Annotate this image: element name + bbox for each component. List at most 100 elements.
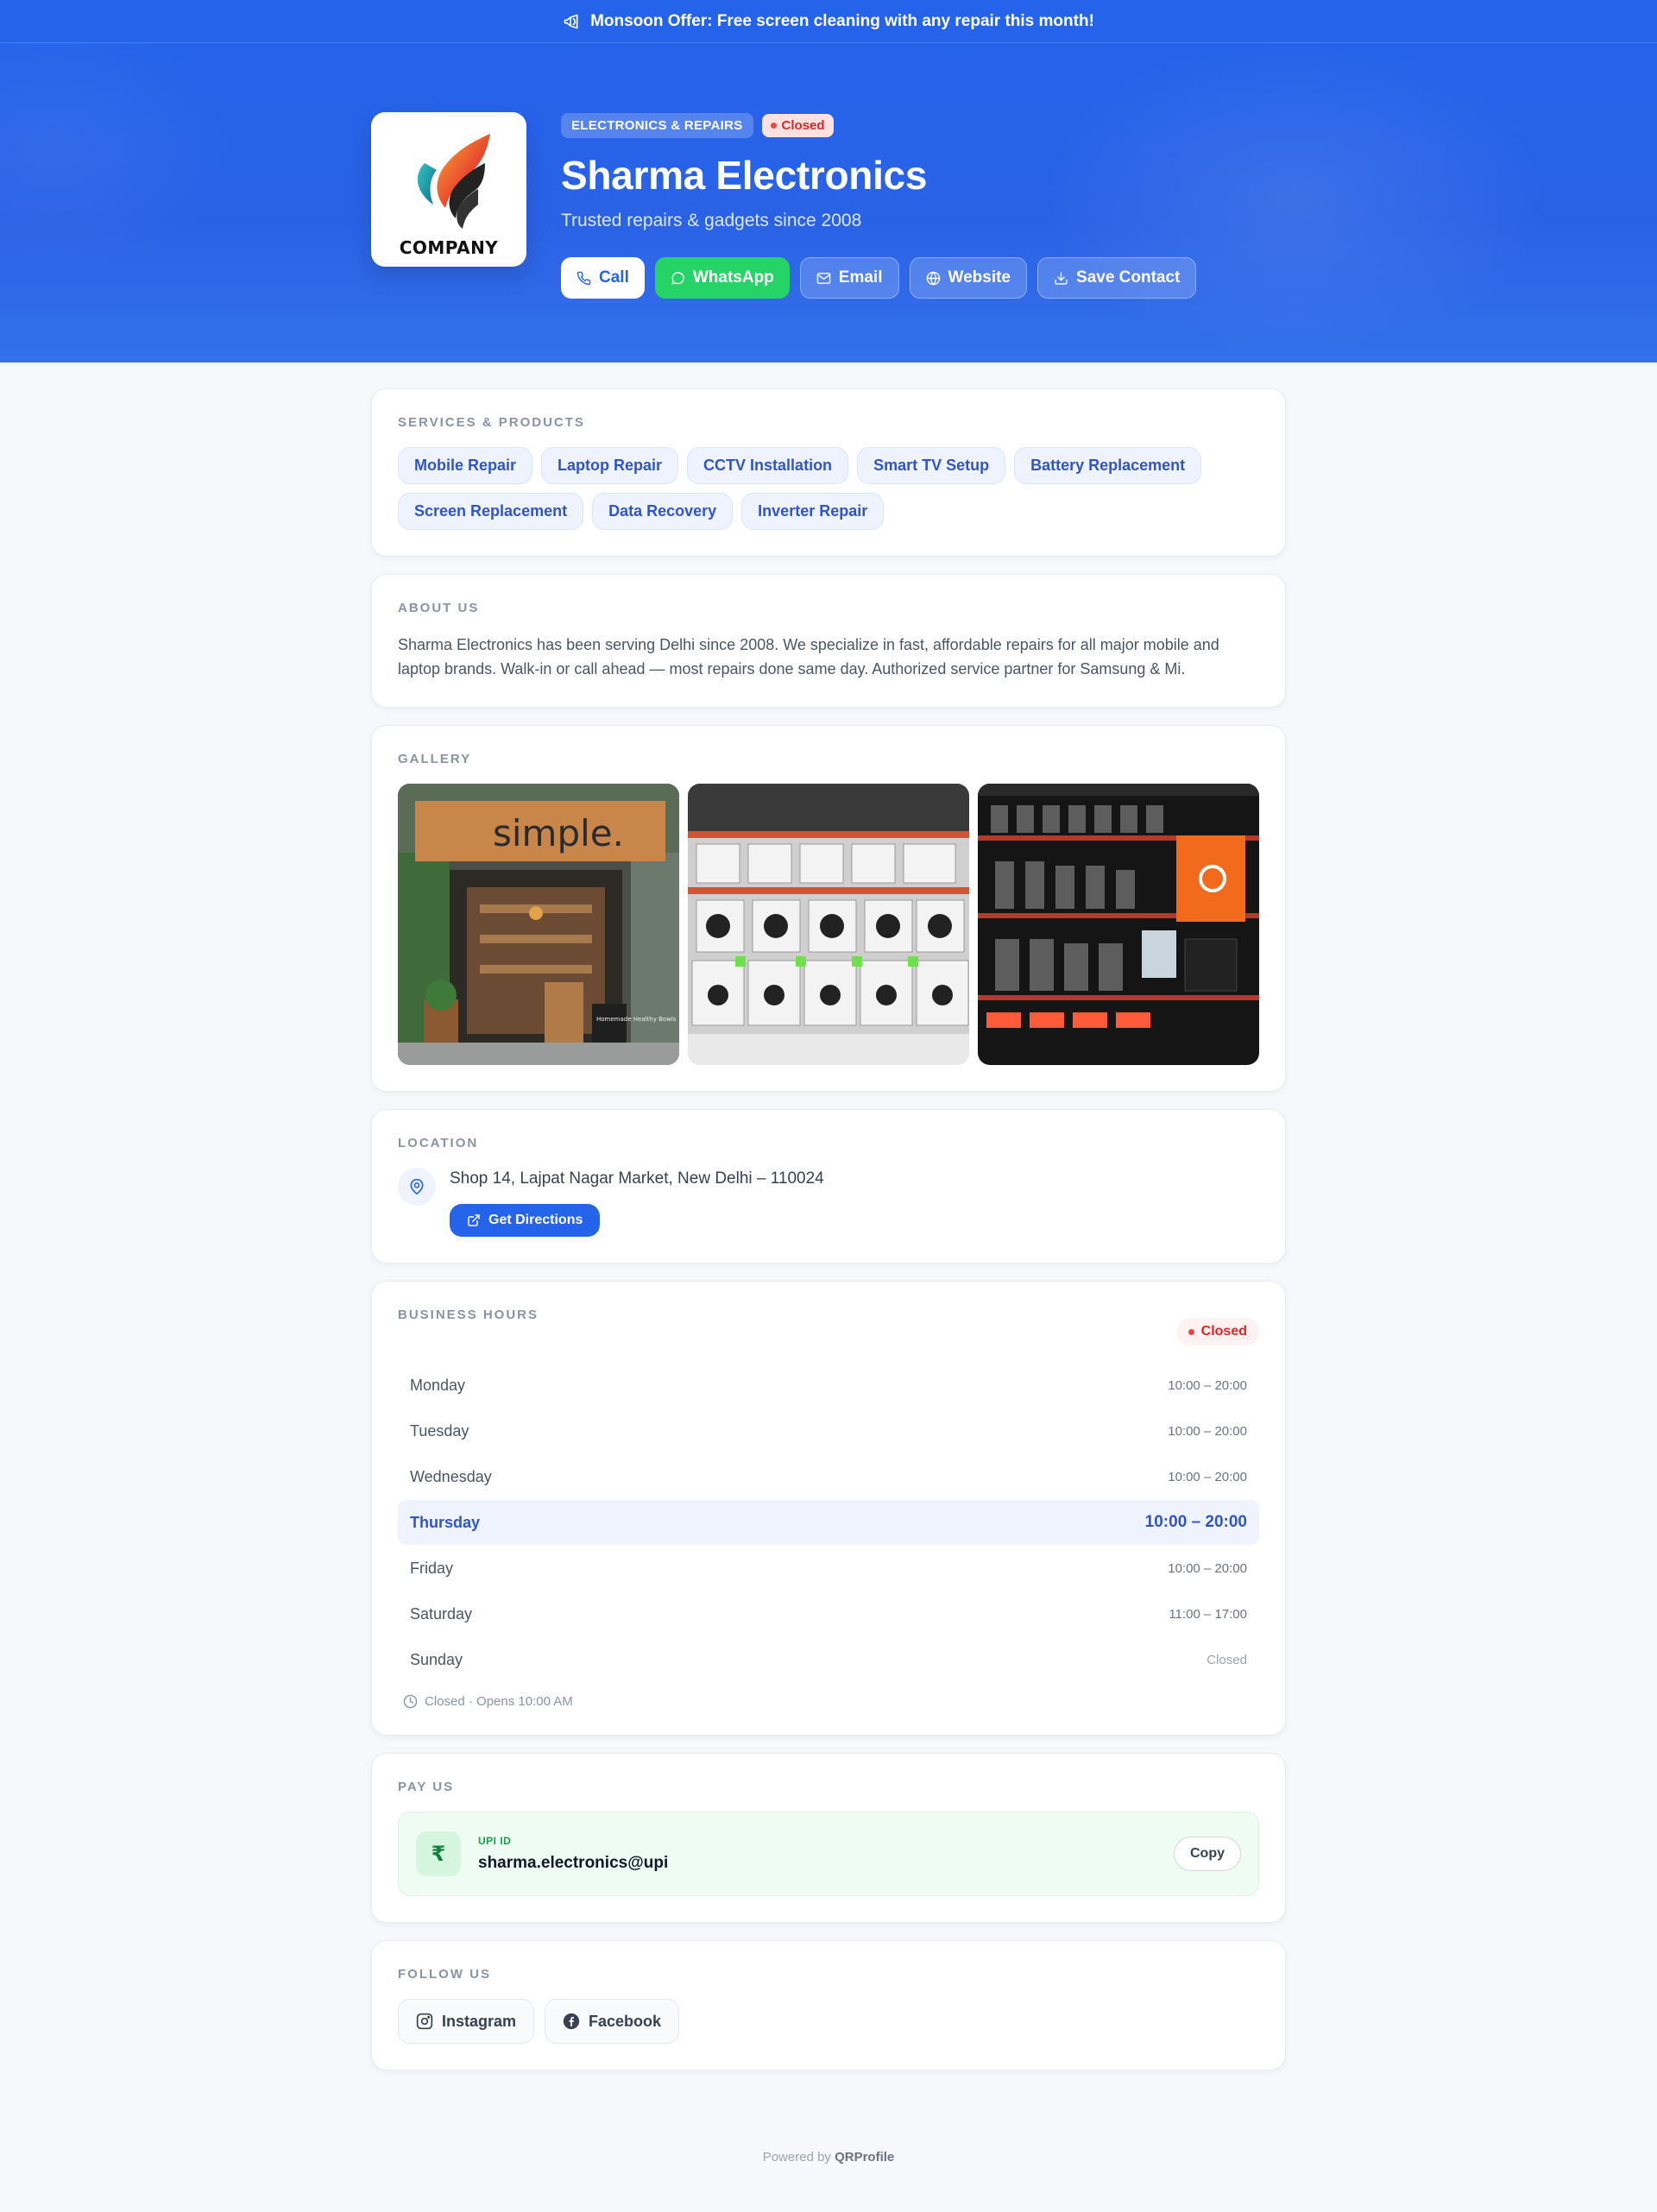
hours-row: Monday 10:00 – 20:00: [398, 1363, 1259, 1408]
hours-row: Tuesday 10:00 – 20:00: [398, 1408, 1259, 1453]
product-shelves-image: [688, 784, 969, 1065]
hours-time: 10:00 – 20:00: [1168, 1469, 1247, 1484]
hours-day: Friday: [410, 1559, 454, 1577]
hours-time: 10:00 – 20:00: [1168, 1560, 1247, 1576]
gallery-image-shelves[interactable]: [688, 784, 969, 1065]
about-text: Sharma Electronics has been serving Delh…: [398, 636, 1219, 677]
status-dot: [1188, 1328, 1194, 1335]
service-chip: Battery Replacement: [1014, 447, 1202, 484]
service-chip: CCTV Installation: [687, 447, 849, 484]
facebook-icon: [563, 2013, 580, 2030]
footer-brand-link[interactable]: QRProfile: [835, 2150, 894, 2165]
hours-title: BUSINESS HOURS: [398, 1308, 539, 1322]
gallery-title: GALLERY: [398, 752, 472, 766]
call-button[interactable]: Call: [561, 257, 645, 299]
map-pin-icon: [410, 1178, 424, 1195]
instagram-icon: [416, 2013, 433, 2030]
follow-card: FOLLOW US Instagram Facebook: [371, 1940, 1286, 2070]
upi-box: ₹ UPI ID sharma.electronics@upi Copy: [398, 1812, 1259, 1896]
get-directions-label: Get Directions: [488, 1213, 583, 1227]
gallery-image-display[interactable]: [978, 784, 1259, 1065]
location-title: LOCATION: [398, 1136, 479, 1150]
facebook-button[interactable]: Facebook: [545, 1999, 680, 2044]
download-icon: [1055, 271, 1068, 285]
hours-time: Closed: [1207, 1652, 1247, 1667]
hours-row: Saturday 11:00 – 17:00: [398, 1591, 1259, 1636]
save-contact-button[interactable]: Save Contact: [1037, 257, 1197, 299]
phone-icon: [576, 271, 591, 285]
globe-icon: [926, 271, 940, 285]
services-card: SERVICES & PRODUCTS Mobile Repair Laptop…: [371, 388, 1286, 557]
hours-row: Wednesday 10:00 – 20:00: [398, 1454, 1259, 1499]
hours-row: Friday 10:00 – 20:00: [398, 1546, 1259, 1591]
business-logo: COMPANY: [371, 112, 526, 267]
facebook-label: Facebook: [589, 2012, 662, 2030]
hours-time: 10:00 – 20:00: [1168, 1377, 1247, 1393]
business-name: Sharma Electronics: [561, 153, 928, 198]
hours-note: Closed · Opens 10:00 AM: [398, 1694, 1259, 1709]
location-card: LOCATION Shop 14, Lajpat Nagar Market, N…: [371, 1109, 1286, 1264]
hours-time: 10:00 – 20:00: [1144, 1513, 1247, 1531]
logo-text: COMPANY: [399, 237, 499, 258]
footer: Powered by QRProfile: [371, 2088, 1286, 2199]
gallery-image-storefront[interactable]: simple. Homemade Healthy Bowls: [398, 784, 679, 1065]
service-chip: Smart TV Setup: [857, 447, 1006, 484]
pay-card: PAY US ₹ UPI ID sharma.electronics@upi C…: [371, 1753, 1286, 1923]
business-tagline: Trusted repairs & gadgets since 2008: [561, 211, 862, 230]
location-pin-icon-wrap: [398, 1168, 436, 1206]
rupee-icon: ₹: [416, 1831, 461, 1876]
email-button[interactable]: Email: [799, 257, 899, 299]
status-dot: [770, 122, 777, 129]
main-content: SERVICES & PRODUCTS Mobile Repair Laptop…: [371, 362, 1286, 2199]
get-directions-button[interactable]: Get Directions: [450, 1204, 601, 1237]
whatsapp-button[interactable]: WhatsApp: [654, 257, 790, 299]
whatsapp-icon: [671, 271, 684, 285]
service-chip: Screen Replacement: [398, 493, 584, 530]
services-title: SERVICES & PRODUCTS: [398, 415, 585, 430]
action-bar: Call WhatsApp Email Website Save Contact: [561, 257, 1197, 299]
hero-header: COMPANY ELECTRONICS & REPAIRS Closed Sha…: [0, 43, 1657, 362]
storefront-image: simple. Homemade Healthy Bowls: [398, 784, 679, 1065]
about-title: ABOUT US: [398, 601, 480, 615]
hours-day: Tuesday: [410, 1421, 469, 1440]
service-chip: Inverter Repair: [741, 493, 885, 530]
status-badge: Closed: [761, 113, 834, 137]
copy-upi-button[interactable]: Copy: [1174, 1837, 1241, 1871]
hours-row-today: Thursday 10:00 – 20:00: [398, 1500, 1259, 1545]
footer-prefix: Powered by: [762, 2150, 831, 2165]
gallery-card: GALLERY simple. Homemade Healthy Bowls: [371, 725, 1286, 1092]
hours-row: Sunday Closed: [398, 1637, 1259, 1682]
website-button-label: Website: [948, 268, 1011, 287]
call-button-label: Call: [599, 268, 629, 287]
hours-status-label: Closed: [1200, 1324, 1247, 1339]
megaphone-icon: [564, 14, 578, 28]
hours-day: Saturday: [410, 1604, 473, 1623]
upi-label: UPI ID: [478, 1835, 512, 1847]
electronics-display-image: [978, 784, 1259, 1065]
wing-logo-icon: [417, 134, 490, 229]
location-address: Shop 14, Lajpat Nagar Market, New Delhi …: [450, 1169, 824, 1188]
save-contact-button-label: Save Contact: [1076, 268, 1181, 287]
hours-time: 10:00 – 20:00: [1168, 1423, 1247, 1439]
website-button[interactable]: Website: [909, 257, 1028, 299]
instagram-label: Instagram: [442, 2012, 517, 2030]
follow-title: FOLLOW US: [398, 1967, 491, 1982]
hours-list: Monday 10:00 – 20:00 Tuesday 10:00 – 20:00…: [398, 1363, 1259, 1682]
service-chip: Mobile Repair: [398, 447, 533, 484]
hours-note-text: Closed · Opens 10:00 AM: [425, 1694, 573, 1709]
hours-time: 11:00 – 17:00: [1169, 1606, 1247, 1622]
instagram-button[interactable]: Instagram: [398, 1999, 535, 2044]
service-chip: Data Recovery: [592, 493, 734, 530]
services-list: Mobile Repair Laptop Repair CCTV Install…: [398, 447, 1259, 530]
storefront-board-text: Homemade Healthy Bowls: [596, 1016, 677, 1023]
category-badge: ELECTRONICS & REPAIRS: [561, 112, 753, 138]
hours-card: BUSINESS HOURS Closed Monday 10:00 – 20:0…: [371, 1281, 1286, 1736]
pay-title: PAY US: [398, 1780, 455, 1794]
whatsapp-button-label: WhatsApp: [692, 268, 774, 287]
about-card: ABOUT US Sharma Electronics has been ser…: [371, 574, 1286, 708]
hours-day: Thursday: [410, 1513, 481, 1531]
hours-day: Wednesday: [410, 1467, 492, 1485]
hours-day: Sunday: [410, 1650, 463, 1668]
upi-id: sharma.electronics@upi: [478, 1854, 669, 1872]
announcement-bar: Monsoon Offer: Free screen cleaning with…: [0, 0, 1657, 43]
